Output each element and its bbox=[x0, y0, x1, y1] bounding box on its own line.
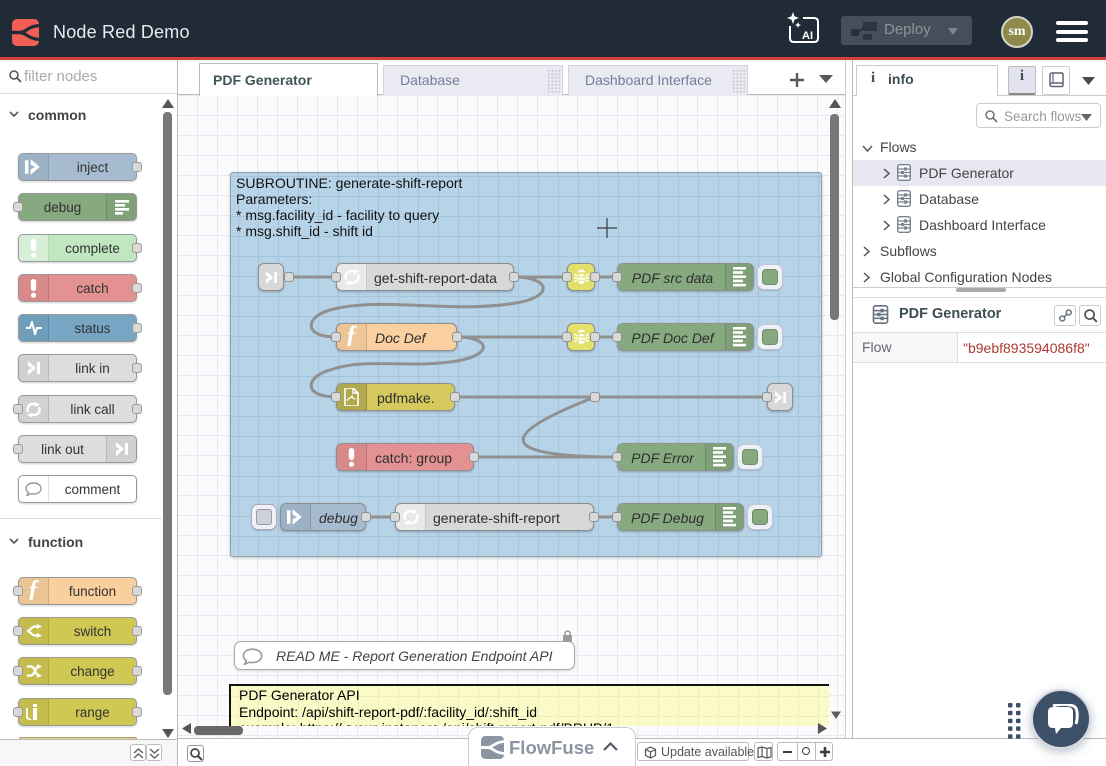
svg-text:AI: AI bbox=[802, 30, 813, 42]
